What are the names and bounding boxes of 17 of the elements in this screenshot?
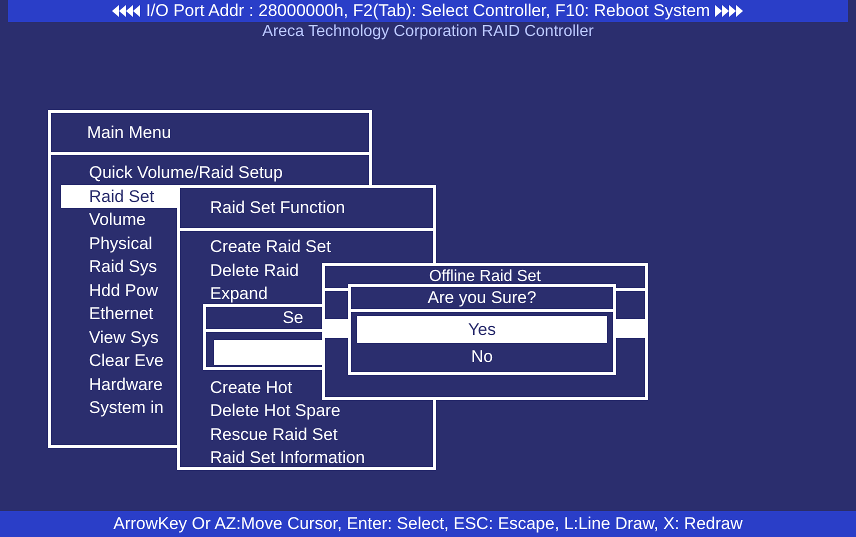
menu-title: Offline Raid Set (429, 268, 541, 286)
menu-item[interactable]: Raid Set Information (180, 446, 433, 470)
chevrons-left-icon (112, 4, 142, 18)
menu-title: Raid Set Function (210, 198, 346, 218)
menu-item[interactable]: Quick Volume/Raid Setup (51, 161, 369, 184)
status-line-text: I/O Port Addr : 28000000h, F2(Tab): Select Controller, F10: Reboot System (146, 1, 710, 21)
menu-title: Main Menu (87, 122, 172, 142)
menu-item[interactable]: Delete Hot Spare (180, 399, 433, 422)
menu-item[interactable]: Create Raid Set (180, 235, 433, 258)
key-help-bar: ArrowKey Or AZ:Move Cursor, Enter: Select, ESC: Escape, L:Line Draw, X: Redraw (0, 511, 856, 537)
menu-title: Are you Sure? (428, 288, 536, 308)
menu-item[interactable]: Yes (357, 316, 607, 343)
chevrons-right-icon (714, 4, 744, 18)
menu-item[interactable]: Rescue Raid Set (180, 422, 433, 446)
menu-title: Se (282, 308, 304, 328)
menu-item[interactable]: No (357, 343, 607, 370)
screen-title: Areca Technology Corporation RAID Controller (261, 22, 595, 42)
